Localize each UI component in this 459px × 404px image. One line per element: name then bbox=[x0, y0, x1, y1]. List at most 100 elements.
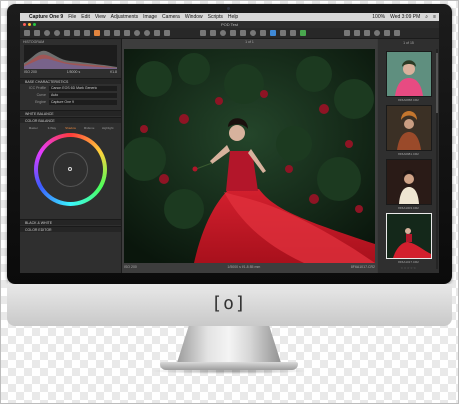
brush-tool-icon[interactable] bbox=[270, 30, 276, 36]
thumbnail-label: 8F6A0981.CR2 bbox=[398, 152, 419, 156]
redo-icon[interactable] bbox=[144, 30, 150, 36]
image-viewer: 1 of 1 ISO 200 1/5000 s f/1.8 85 mm 8F6A… bbox=[122, 39, 377, 273]
photo-illustration bbox=[124, 49, 375, 263]
section-color-editor[interactable]: COLOR EDITOR bbox=[20, 226, 121, 232]
iso-value: ISO 200 bbox=[24, 70, 37, 74]
thumbnail-image bbox=[387, 214, 431, 258]
row-icc-profile: ICC Profile Canon EOS 6D Mark Generic bbox=[24, 85, 117, 91]
apply-adjustments-icon[interactable] bbox=[300, 30, 306, 36]
export-icon[interactable] bbox=[164, 30, 170, 36]
keystone-tool-icon[interactable] bbox=[250, 30, 256, 36]
menubar-status: 100% Wed 3:09 PM ⌕ ≡ bbox=[367, 13, 436, 21]
monitor-foot bbox=[160, 362, 298, 370]
icc-profile-select[interactable]: Canon EOS 6D Mark Generic bbox=[49, 85, 117, 91]
menu-view[interactable]: View bbox=[95, 14, 106, 20]
local-adjustments-icon[interactable] bbox=[94, 30, 100, 36]
browser-thumbnail[interactable] bbox=[386, 105, 432, 151]
row-engine: Engine Capture One 9 bbox=[24, 99, 117, 105]
section-black-white[interactable]: BLACK & WHITE bbox=[20, 219, 121, 225]
browser-thumbnail[interactable] bbox=[386, 51, 432, 97]
app-menu[interactable]: Capture One 9 bbox=[29, 14, 63, 20]
clock[interactable]: Wed 3:09 PM bbox=[390, 14, 420, 20]
proof-icon[interactable] bbox=[394, 30, 400, 36]
menu-scripts[interactable]: Scripts bbox=[208, 14, 223, 20]
menu-list-icon[interactable]: ≡ bbox=[433, 14, 436, 20]
engine-select[interactable]: Capture One 9 bbox=[49, 99, 117, 105]
adjustments-icon[interactable] bbox=[104, 30, 110, 36]
browser-count: 1 of 15 bbox=[403, 41, 414, 45]
import-icon[interactable] bbox=[154, 30, 160, 36]
browser-thumbnail[interactable] bbox=[386, 159, 432, 205]
close-window-icon[interactable] bbox=[23, 23, 26, 26]
zoom-tool-icon[interactable] bbox=[210, 30, 216, 36]
minimize-window-icon[interactable] bbox=[28, 23, 31, 26]
row-curve: Curve Auto bbox=[24, 92, 117, 98]
crop-tool-icon[interactable] bbox=[230, 30, 236, 36]
menu-window[interactable]: Window bbox=[185, 14, 203, 20]
library-icon[interactable] bbox=[24, 30, 30, 36]
grid-icon[interactable] bbox=[374, 30, 380, 36]
rotate-tool-icon[interactable] bbox=[220, 30, 226, 36]
browser-scrollbar-thumb[interactable] bbox=[436, 53, 438, 113]
menu-help[interactable]: Help bbox=[228, 14, 238, 20]
row-key: Engine bbox=[35, 100, 46, 104]
menu-camera[interactable]: Camera bbox=[162, 14, 180, 20]
straighten-tool-icon[interactable] bbox=[240, 30, 246, 36]
composition-icon[interactable] bbox=[74, 30, 80, 36]
row-key: Curve bbox=[36, 93, 46, 97]
tab-master[interactable]: Master bbox=[24, 125, 43, 131]
main-photo[interactable] bbox=[124, 49, 375, 263]
battery-status[interactable]: 100% bbox=[372, 14, 385, 20]
pan-tool-icon[interactable] bbox=[200, 30, 206, 36]
histogram-title: HISTOGRAM bbox=[23, 40, 45, 44]
row-key: ICC Profile bbox=[29, 86, 46, 90]
picker-tool-icon[interactable] bbox=[280, 30, 286, 36]
exposure-warning-icon[interactable] bbox=[354, 30, 360, 36]
fstop-value: f/1.8 bbox=[110, 70, 117, 74]
color-icon[interactable] bbox=[44, 30, 50, 36]
lens-icon[interactable] bbox=[64, 30, 70, 36]
rating-stars[interactable]: ☆☆☆☆☆ bbox=[380, 266, 437, 270]
undo-icon[interactable] bbox=[134, 30, 140, 36]
tab-3-way[interactable]: 3-Way bbox=[43, 125, 62, 131]
capture-icon[interactable] bbox=[34, 30, 40, 36]
tab-midtone[interactable]: Midtone bbox=[80, 125, 99, 131]
thumbnail-image bbox=[387, 52, 431, 96]
metadata-icon[interactable] bbox=[114, 30, 120, 36]
menu-image[interactable]: Image bbox=[143, 14, 157, 20]
spot-removal-icon[interactable] bbox=[260, 30, 266, 36]
viewer-grid-icon[interactable] bbox=[344, 30, 350, 36]
shutter-value: 1/5000 s bbox=[66, 70, 81, 74]
histogram-info: ISO 200 1/5000 s f/1.8 bbox=[24, 70, 117, 75]
color-balance-tabs: Master 3-Way Shadow Midtone Highlight bbox=[24, 125, 117, 131]
menu-edit[interactable]: Edit bbox=[81, 14, 90, 20]
menu-file[interactable]: File bbox=[68, 14, 76, 20]
details-icon[interactable] bbox=[84, 30, 90, 36]
status-exposure: 1/5000 s f/1.8 85 mm bbox=[227, 265, 261, 269]
search-icon[interactable]: ⌕ bbox=[425, 14, 428, 20]
tab-shadow[interactable]: Shadow bbox=[61, 125, 80, 131]
curve-select[interactable]: Auto bbox=[49, 92, 117, 98]
guides-icon[interactable] bbox=[384, 30, 390, 36]
menu-adjustments[interactable]: Adjustments bbox=[111, 14, 139, 20]
window-title: POD Test bbox=[20, 21, 439, 28]
thumbnail-label: 8F6A1003.CR2 bbox=[398, 206, 419, 210]
exposure-icon[interactable] bbox=[54, 30, 60, 36]
output-icon[interactable] bbox=[124, 30, 130, 36]
monitor-screen: Capture One 9 File Edit View Adjustments… bbox=[20, 13, 439, 273]
copy-adjustments-icon[interactable] bbox=[290, 30, 296, 36]
section-white-balance[interactable]: WHITE BALANCE bbox=[20, 110, 121, 116]
main-toolbar bbox=[20, 28, 439, 39]
section-base-characteristics[interactable]: BASE CHARACTERISTICS bbox=[20, 78, 121, 84]
tab-highlight[interactable]: Highlight bbox=[98, 125, 117, 131]
color-wheel-handle[interactable] bbox=[68, 167, 72, 171]
zoom-window-icon[interactable] bbox=[33, 23, 36, 26]
histogram-graph bbox=[24, 50, 117, 69]
thumbnail-image bbox=[387, 106, 431, 150]
status-filename: 8F6A1017.CR2 bbox=[350, 265, 375, 269]
section-color-balance[interactable]: COLOR BALANCE bbox=[20, 117, 121, 123]
browser-thumbnail-selected[interactable] bbox=[386, 213, 432, 259]
image-browser: 1 of 15 8F6A0958.CR2 8F6A0981.CR2 8F6A10… bbox=[378, 39, 439, 273]
focus-mask-icon[interactable] bbox=[364, 30, 370, 36]
histogram bbox=[24, 45, 117, 69]
